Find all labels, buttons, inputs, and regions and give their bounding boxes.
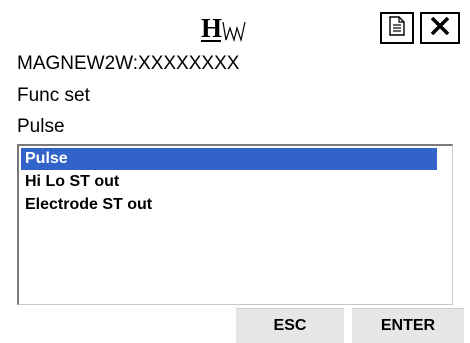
close-icon: [429, 15, 451, 42]
close-button[interactable]: [420, 12, 460, 44]
current-value: Pulse: [17, 116, 65, 137]
enter-button[interactable]: ENTER: [352, 308, 464, 343]
hw-logo-icon: H: [201, 10, 261, 46]
document-icon: [389, 15, 405, 41]
menu-title: Func set: [17, 85, 90, 106]
device-id: MAGNEW2W:XXXXXXXX: [17, 53, 240, 74]
esc-button[interactable]: ESC: [236, 308, 344, 343]
list-item-electrode-st-out[interactable]: Electrode ST out: [21, 194, 152, 216]
list-item-hi-lo-st-out[interactable]: Hi Lo ST out: [21, 171, 119, 193]
svg-text:H: H: [201, 13, 222, 43]
option-listbox[interactable]: Pulse Hi Lo ST out Electrode ST out: [17, 144, 453, 305]
list-item-pulse[interactable]: Pulse: [21, 148, 437, 170]
document-button[interactable]: [380, 12, 414, 44]
